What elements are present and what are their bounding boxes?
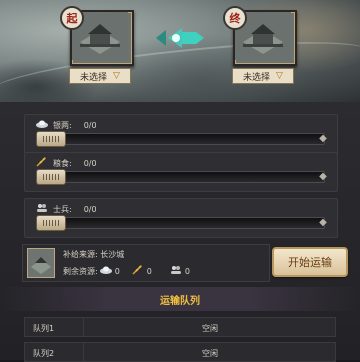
soldier-value: 0/0 bbox=[83, 204, 97, 214]
dropdown-arrow-icon: ▽ bbox=[113, 71, 120, 81]
soldier-label: 士兵: bbox=[53, 204, 72, 214]
remaining-resources-line: 剩余资源: 0 0 0 bbox=[63, 265, 208, 278]
silver-resource-row: 银两: 0/0 ◆ bbox=[24, 114, 338, 154]
slider-end-icon: ◆ bbox=[319, 171, 327, 182]
grain-icon bbox=[35, 156, 49, 170]
start-city-dropdown-value: 未选择 bbox=[80, 72, 108, 83]
supply-source-city: 长沙城 bbox=[100, 250, 125, 259]
slider-end-icon: ◆ bbox=[319, 133, 327, 144]
start-city-dropdown[interactable]: 未选择 ▽ bbox=[69, 68, 131, 84]
grain-resource-row: 粮食: 0/0 ◆ bbox=[24, 152, 338, 192]
end-city-dropdown-value: 未选择 bbox=[243, 72, 271, 83]
silver-value: 0/0 bbox=[83, 120, 97, 130]
dropdown-arrow-icon: ▽ bbox=[276, 71, 283, 81]
grain-value: 0/0 bbox=[83, 158, 97, 168]
end-city-dropdown[interactable]: 未选择 ▽ bbox=[232, 68, 294, 84]
queue-status: 空闲 bbox=[202, 324, 218, 333]
grain-slider-handle[interactable] bbox=[36, 169, 66, 185]
silver-ingot-icon bbox=[99, 266, 112, 277]
supply-source-box: 补给来源: 长沙城 剩余资源: 0 0 0 bbox=[22, 244, 270, 282]
soldier-icon bbox=[35, 203, 49, 216]
queue-row[interactable]: 队列1 空闲 bbox=[24, 317, 336, 337]
silver-ingot-icon bbox=[35, 120, 49, 131]
silver-label: 银两: bbox=[53, 120, 72, 130]
queue-status: 空闲 bbox=[202, 349, 218, 358]
supply-source-label: 补给来源: bbox=[63, 250, 98, 259]
grain-icon bbox=[132, 265, 144, 278]
remaining-silver: 0 bbox=[114, 267, 120, 276]
remaining-label: 剩余资源: bbox=[63, 267, 98, 276]
soldier-icon bbox=[170, 265, 182, 278]
soldier-slider[interactable]: ◆ bbox=[36, 215, 327, 231]
soldier-slider-handle[interactable] bbox=[36, 215, 66, 231]
world-map bbox=[0, 0, 360, 102]
silver-slider-handle[interactable] bbox=[36, 131, 66, 147]
grain-slider[interactable]: ◆ bbox=[36, 169, 327, 185]
soldier-resource-row: 士兵: 0/0 ◆ bbox=[24, 198, 338, 238]
remaining-soldiers: 0 bbox=[184, 267, 190, 276]
start-seal-icon: 起 bbox=[60, 6, 84, 30]
queue-row[interactable]: 队列2 空闲 bbox=[24, 342, 336, 362]
start-transport-button[interactable]: 开始运输 bbox=[272, 247, 348, 277]
supply-source-line: 补给来源: 长沙城 bbox=[63, 249, 124, 260]
remaining-grain: 0 bbox=[146, 267, 152, 276]
route-arrow-icon bbox=[156, 28, 204, 48]
transport-queue-title: 运输队列 bbox=[0, 287, 360, 311]
silver-slider[interactable]: ◆ bbox=[36, 131, 327, 147]
end-seal-icon: 终 bbox=[223, 6, 247, 30]
grain-label: 粮食: bbox=[53, 158, 72, 168]
source-city-thumbnail bbox=[27, 248, 55, 278]
slider-end-icon: ◆ bbox=[319, 217, 327, 228]
